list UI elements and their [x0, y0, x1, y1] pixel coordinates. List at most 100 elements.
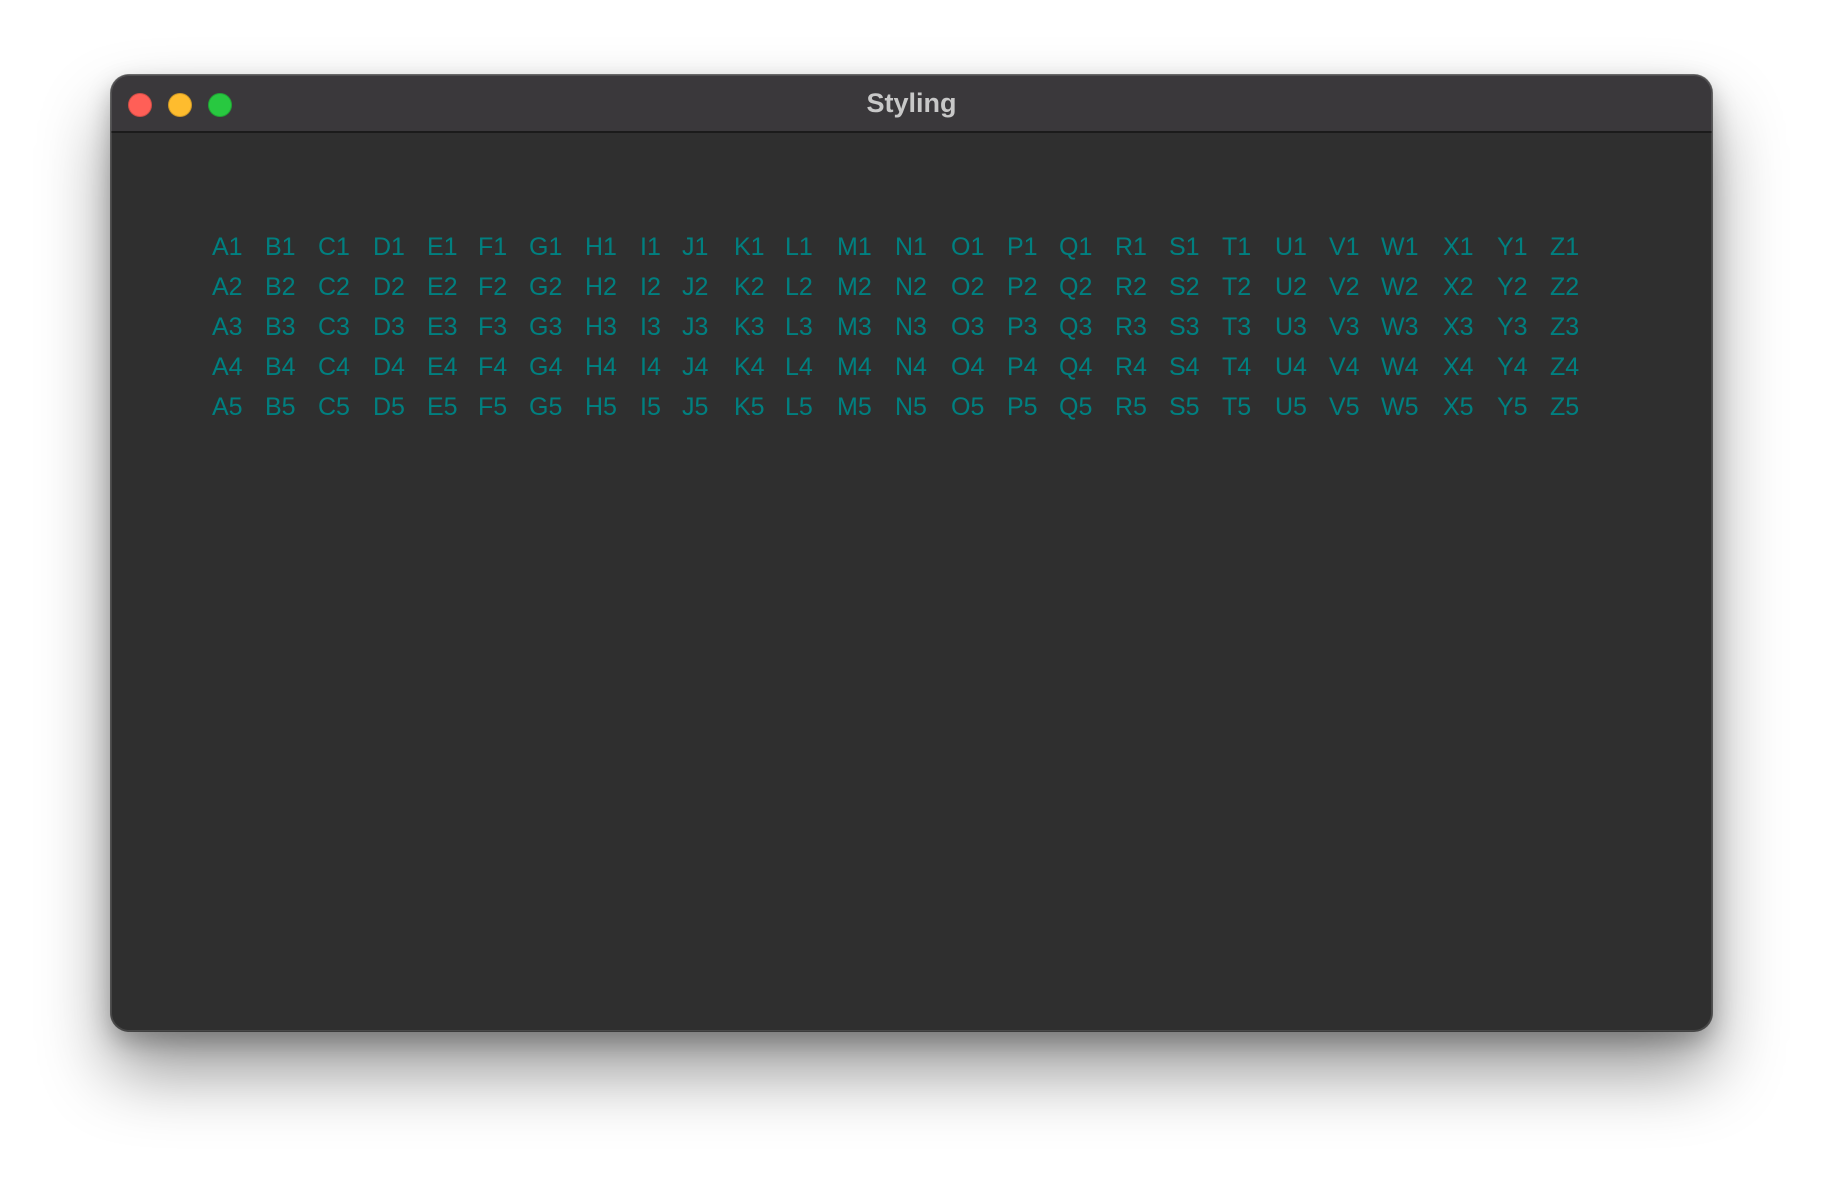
grid-label: V3: [1329, 313, 1360, 341]
grid-label: V1: [1329, 233, 1360, 261]
grid-label: T4: [1222, 353, 1252, 381]
grid-label: D4: [373, 353, 405, 381]
grid-label: D2: [373, 273, 405, 301]
grid-label: H5: [585, 393, 617, 421]
grid-label: J2: [682, 273, 709, 301]
grid-label: W4: [1381, 353, 1419, 381]
grid-label: G2: [529, 273, 563, 301]
grid-label: R5: [1115, 393, 1147, 421]
grid-label: B4: [265, 353, 296, 381]
grid-label: N2: [895, 273, 927, 301]
grid-label: S2: [1169, 273, 1200, 301]
grid-label: S1: [1169, 233, 1200, 261]
grid-label: Z5: [1550, 393, 1580, 421]
grid-label: S5: [1169, 393, 1200, 421]
grid-label: P4: [1007, 353, 1038, 381]
grid-label: I4: [640, 353, 661, 381]
grid-label: Z1: [1550, 233, 1580, 261]
grid-label: Y1: [1497, 233, 1528, 261]
grid-label: U3: [1275, 313, 1307, 341]
grid-label: O1: [951, 233, 985, 261]
grid-label: X4: [1443, 353, 1474, 381]
grid-label: M5: [837, 393, 872, 421]
grid-label: M3: [837, 313, 872, 341]
grid-label: H2: [585, 273, 617, 301]
grid-label: A5: [212, 393, 243, 421]
grid-label: L4: [785, 353, 813, 381]
title-bar[interactable]: Styling: [111, 75, 1712, 133]
grid-label: A3: [212, 313, 243, 341]
grid-label: V5: [1329, 393, 1360, 421]
grid-label: G3: [529, 313, 563, 341]
grid-label: U5: [1275, 393, 1307, 421]
grid-label: G4: [529, 353, 563, 381]
grid-label: A4: [212, 353, 243, 381]
grid-label: G1: [529, 233, 563, 261]
grid-label: U2: [1275, 273, 1307, 301]
grid-label: A2: [212, 273, 243, 301]
grid-label: K2: [734, 273, 765, 301]
grid-label: D1: [373, 233, 405, 261]
grid-label: X3: [1443, 313, 1474, 341]
grid-label: T1: [1222, 233, 1252, 261]
grid-label: J4: [682, 353, 709, 381]
grid-label: E5: [427, 393, 458, 421]
grid-label: Y3: [1497, 313, 1528, 341]
grid-label: E4: [427, 353, 458, 381]
grid-label: S4: [1169, 353, 1200, 381]
grid-label: W1: [1381, 233, 1419, 261]
grid-label: Q1: [1059, 233, 1093, 261]
grid-label: P1: [1007, 233, 1038, 261]
label-grid: A1 B1 C1 D1 E1 F1 G1 H1 I1 J1 K1 L1 M1 N1 O1 P1 Q1 R1 S1 T1…: [212, 227, 1603, 427]
grid-label: I3: [640, 313, 661, 341]
grid-label: M2: [837, 273, 872, 301]
grid-label: R4: [1115, 353, 1147, 381]
grid-label: V2: [1329, 273, 1360, 301]
grid-label: F1: [478, 233, 508, 261]
grid-label: Q5: [1059, 393, 1093, 421]
grid-label: T5: [1222, 393, 1252, 421]
grid-label: K4: [734, 353, 765, 381]
grid-label: L5: [785, 393, 813, 421]
grid-label: P3: [1007, 313, 1038, 341]
grid-label: J1: [682, 233, 709, 261]
grid-label: J3: [682, 313, 709, 341]
grid-label: F4: [478, 353, 508, 381]
grid-label: O2: [951, 273, 985, 301]
grid-label: D5: [373, 393, 405, 421]
grid-label: Q4: [1059, 353, 1093, 381]
grid-label: F3: [478, 313, 508, 341]
grid-label: B5: [265, 393, 296, 421]
app-window: Styling A1 B1 C1 D1 E1 F1 G1 H1 I1 J1 K1 L1 M1 N1 O1 P1…: [111, 75, 1712, 1031]
grid-label: W5: [1381, 393, 1419, 421]
grid-label: B3: [265, 313, 296, 341]
grid-label: Y2: [1497, 273, 1528, 301]
grid-label: I1: [640, 233, 661, 261]
grid-label: R3: [1115, 313, 1147, 341]
grid-label: Z2: [1550, 273, 1580, 301]
grid-label: P2: [1007, 273, 1038, 301]
grid-label: M4: [837, 353, 872, 381]
grid-label: U4: [1275, 353, 1307, 381]
grid-label: H4: [585, 353, 617, 381]
grid-label: N3: [895, 313, 927, 341]
grid-label: C4: [318, 353, 350, 381]
grid-label: B2: [265, 273, 296, 301]
grid-label: N4: [895, 353, 927, 381]
grid-label: Z4: [1550, 353, 1580, 381]
grid-label: R2: [1115, 273, 1147, 301]
window-content: A1 B1 C1 D1 E1 F1 G1 H1 I1 J1 K1 L1 M1 N1 O1 P1 Q1 R1 S1 T1…: [111, 133, 1712, 1031]
grid-label: K1: [734, 233, 765, 261]
grid-label: I2: [640, 273, 661, 301]
grid-label: S3: [1169, 313, 1200, 341]
grid-label: O3: [951, 313, 985, 341]
grid-label: X2: [1443, 273, 1474, 301]
grid-label: Z3: [1550, 313, 1580, 341]
grid-label: L1: [785, 233, 813, 261]
grid-label: N5: [895, 393, 927, 421]
grid-label: A1: [212, 233, 243, 261]
grid-label: E3: [427, 313, 458, 341]
grid-label: H1: [585, 233, 617, 261]
grid-label: C1: [318, 233, 350, 261]
grid-label: V4: [1329, 353, 1360, 381]
